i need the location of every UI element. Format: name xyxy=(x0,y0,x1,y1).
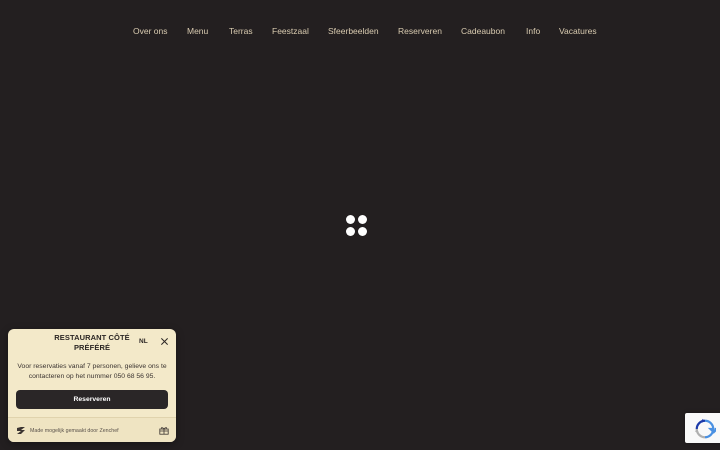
close-icon[interactable] xyxy=(160,337,169,346)
loader-dot xyxy=(358,227,367,236)
gift-icon[interactable] xyxy=(159,426,169,435)
loading-dots-icon xyxy=(346,215,368,237)
widget-description: Voor reservaties vanaf 7 personen, gelie… xyxy=(17,363,167,380)
page: Over ons Menu Terras Feestzaal Sfeerbeel… xyxy=(0,0,720,450)
nav-item-reserveren[interactable]: Reserveren xyxy=(398,24,442,38)
loader-dot xyxy=(346,215,355,224)
nav-item-feestzaal[interactable]: Feestzaal xyxy=(272,24,309,38)
nav-item-cadeaubon[interactable]: Cadeaubon xyxy=(461,24,505,38)
widget-footer: Made mogelijk gemaakt door Zenchef xyxy=(8,417,176,442)
reserve-button[interactable]: Reserveren xyxy=(16,390,168,409)
widget-title: RESTAURANT CÔTÉ PRÉFÉRÉ xyxy=(54,333,130,352)
recaptcha-badge[interactable] xyxy=(685,413,720,443)
nav-item-info[interactable]: Info xyxy=(526,24,540,38)
nav-item-sfeerbeelden[interactable]: Sfeerbeelden xyxy=(328,24,379,38)
nav-item-over-ons[interactable]: Over ons xyxy=(133,24,168,38)
nav-item-vacatures[interactable]: Vacatures xyxy=(559,24,597,38)
nav-item-terras[interactable]: Terras xyxy=(229,24,253,38)
main-navigation: Over ons Menu Terras Feestzaal Sfeerbeel… xyxy=(0,24,720,38)
nav-item-menu[interactable]: Menu xyxy=(187,24,208,38)
loader-dot xyxy=(358,215,367,224)
zenchef-logo-icon xyxy=(17,427,25,434)
powered-by-text: Made mogelijk gemaakt door Zenchef xyxy=(30,428,119,434)
recaptcha-icon xyxy=(694,418,716,439)
reservation-widget: RESTAURANT CÔTÉ PRÉFÉRÉ NL Voor reservat… xyxy=(8,329,176,442)
loader-dot xyxy=(346,227,355,236)
language-selector[interactable]: NL xyxy=(139,338,148,345)
